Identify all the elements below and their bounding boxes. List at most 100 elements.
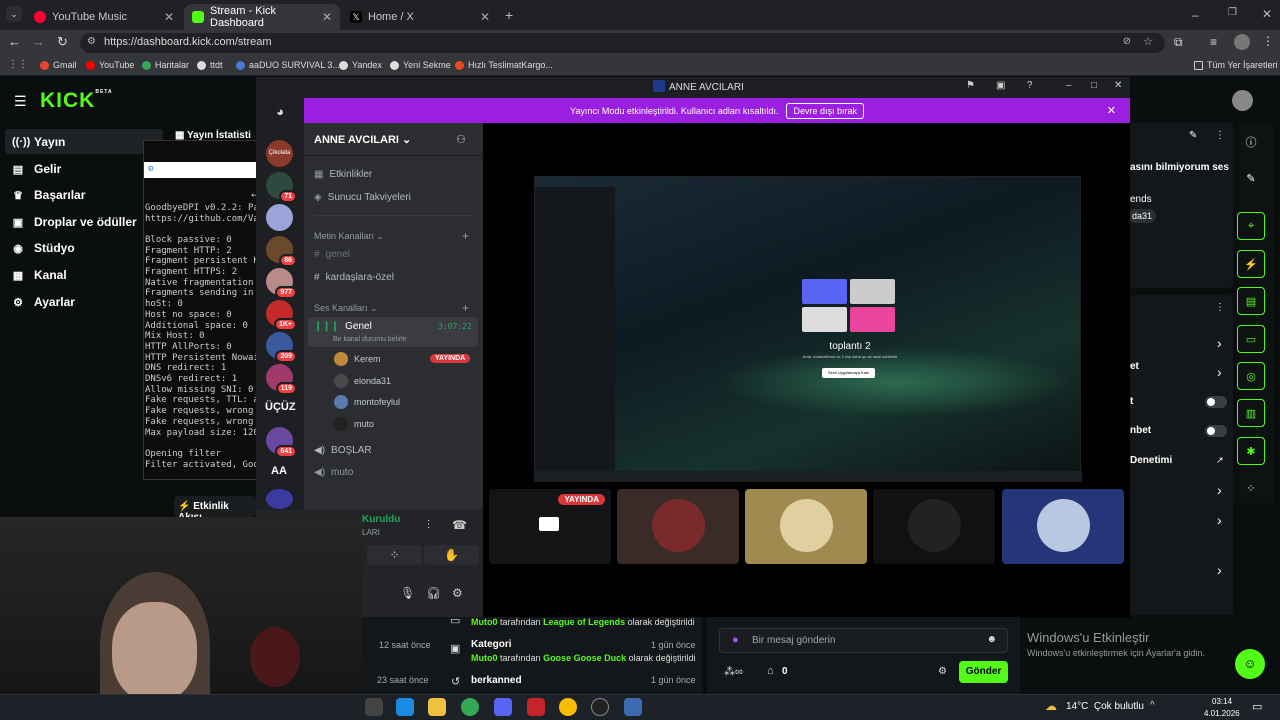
bookmark-hizli-teslimat[interactable]: Hızlı TeslimatKargo... <box>455 60 553 70</box>
chevron-right-icon[interactable]: › <box>1217 512 1222 528</box>
headphones-icon[interactable]: 🎧︎ <box>426 586 441 600</box>
voice-user-elonda31[interactable]: elonda31 <box>334 374 391 388</box>
layout-icon[interactable]: ▥ <box>1237 399 1265 427</box>
chevron-right-icon[interactable]: › <box>1217 335 1222 351</box>
noise-suppression-icon[interactable]: ⫶ <box>427 518 430 533</box>
server-icon[interactable] <box>266 204 293 231</box>
bookmark-ttdt[interactable]: ttdt <box>197 60 223 70</box>
close-window-icon[interactable]: ✕ <box>1262 7 1272 21</box>
tab-x-home[interactable]: 𝕏 Home / X ✕ <box>342 4 498 30</box>
participant-tile-stream[interactable]: YAYINDA <box>489 489 611 564</box>
nav-kanal[interactable]: ▦ Kanal <box>12 265 67 285</box>
info-icon[interactable]: ⓘ <box>1237 128 1265 156</box>
text-channels-category[interactable]: Metin Kanalları ⌄ <box>314 231 384 242</box>
bookmark-gmail[interactable]: Gmail <box>40 60 77 70</box>
more-icon[interactable]: ⋮ <box>1215 302 1225 313</box>
bookmark-star-icon[interactable]: ☆ <box>1143 35 1153 48</box>
back-icon[interactable]: ← <box>8 34 21 49</box>
all-bookmarks-folder[interactable]: Tüm Yer İşaretleri <box>1194 60 1278 70</box>
close-banner-icon[interactable]: ✕ <box>1107 104 1116 117</box>
minimize-window-icon[interactable]: – <box>1192 8 1199 22</box>
chevron-right-icon[interactable]: › <box>1217 482 1222 498</box>
server-icon[interactable]: 1K+ <box>266 300 297 331</box>
voice-status-hint[interactable]: Bir kanal durumu belirle <box>333 336 407 343</box>
tab-kick-dashboard[interactable]: Stream - Kick Dashboard ✕ <box>184 4 340 30</box>
inbox-icon[interactable]: ▣ <box>996 80 1005 91</box>
bookmark-duo-survival[interactable]: aaDUO SURVIVAL 3... <box>236 60 340 70</box>
app-icon[interactable] <box>365 698 383 716</box>
file-explorer-icon[interactable] <box>428 698 446 716</box>
server-icon[interactable]: 71 <box>266 172 297 203</box>
voice-channels-category[interactable]: Ses Kanalları ⌄ <box>314 303 378 314</box>
server-icon[interactable]: 119 <box>266 364 297 395</box>
weather-icon[interactable]: ☁ <box>1045 699 1057 713</box>
add-channel-icon[interactable]: + <box>462 229 469 243</box>
voice-user-kerem[interactable]: Kerem <box>334 352 381 366</box>
gift-icon[interactable]: ⌂ <box>767 665 774 677</box>
nav-ayarlar[interactable]: ⚙ Ayarlar <box>12 292 75 312</box>
chat-message-input[interactable]: ● Bir mesaj gönderin ☻ <box>719 628 1008 653</box>
forward-icon[interactable]: → <box>32 34 45 49</box>
boosts-item[interactable]: ◈ Sunucu Takviyeleri <box>314 192 411 203</box>
pin-flag-icon[interactable]: ⚑ <box>966 80 975 91</box>
kick-logo[interactable]: KICKBETA <box>40 89 113 113</box>
server-name-header[interactable]: ANNE AVCILARI ⌄ <box>314 133 411 146</box>
reload-icon[interactable]: ↻ <box>57 34 68 50</box>
events-item[interactable]: ▦ Etkinlikler <box>314 169 372 180</box>
add-member-icon[interactable]: ⚇ <box>456 133 466 146</box>
server-icon[interactable] <box>266 489 293 509</box>
profile-avatar[interactable] <box>1234 34 1250 50</box>
voice-user-montofeylul[interactable]: montofeylul <box>334 395 400 409</box>
chevron-right-icon[interactable]: › <box>1217 364 1222 380</box>
disconnect-icon[interactable]: ☎ <box>452 518 467 532</box>
media-controls-icon[interactable]: ≡ <box>1210 35 1217 49</box>
microphone-icon[interactable]: 🎙︎ <box>400 586 415 600</box>
nav-basarilar[interactable]: ♛ Başarılar <box>12 185 85 205</box>
server-text-icon[interactable]: ÜÇÜZ <box>265 401 296 413</box>
close-icon[interactable]: ✕ <box>1114 80 1122 91</box>
user-avatar[interactable] <box>1232 90 1253 111</box>
clipboard-icon[interactable]: ▤ <box>1237 287 1265 315</box>
obs-icon[interactable] <box>591 698 609 716</box>
more-icon[interactable]: ⋮ <box>1215 130 1225 141</box>
pencil-icon[interactable]: ✎ <box>1237 164 1265 192</box>
restore-window-icon[interactable]: ❐ <box>1228 7 1237 18</box>
disable-streamer-mode-button[interactable]: Devre dışı bırak <box>786 102 864 119</box>
site-info-icon[interactable]: ⚙ <box>87 36 96 47</box>
server-icon[interactable]: 86 <box>266 236 297 267</box>
channel-kardaslara-ozel[interactable]: # kardaşlara-özel <box>314 272 394 283</box>
participant-tile[interactable] <box>745 489 867 564</box>
voice-channel-muto[interactable]: ◀) muto <box>314 467 353 478</box>
bookmark-youtube[interactable]: YouTube <box>86 60 134 70</box>
nav-yayin[interactable]: ((·)) Yayın <box>12 132 65 152</box>
toggle-switch[interactable] <box>1205 396 1227 408</box>
minimize-icon[interactable]: – <box>1066 80 1072 91</box>
tab-list-dropdown-button[interactable]: ⌄ <box>6 6 22 22</box>
address-bar[interactable]: ⚙ https://dashboard.kick.com/stream ⊘ ☆ <box>80 33 1165 53</box>
participant-tile[interactable] <box>1002 489 1124 564</box>
app-icon[interactable] <box>624 698 642 716</box>
user-settings-icon[interactable]: ⚙ <box>452 586 463 600</box>
send-button[interactable]: Gönder <box>959 661 1008 683</box>
nav-studyo[interactable]: ◉ Stüdyo <box>12 238 74 258</box>
help-icon[interactable]: ? <box>1027 80 1033 91</box>
server-icon[interactable]: 641 <box>266 427 297 458</box>
eye-off-icon[interactable]: ⊘ <box>1123 36 1131 47</box>
broadcast-icon[interactable]: ◎ <box>1237 362 1265 390</box>
server-icon-cikolata[interactable]: Çikolata <box>266 140 293 167</box>
server-icon[interactable]: 209 <box>266 332 297 363</box>
voice-channel-genel[interactable]: ❙❙❙ Genel <box>314 321 372 332</box>
wrench-icon[interactable]: ✱ <box>1237 437 1265 465</box>
target-icon[interactable]: ⌖ <box>1237 212 1265 240</box>
nav-gelir[interactable]: ▤ Gelir <box>12 159 62 179</box>
maximize-icon[interactable]: □ <box>1091 80 1097 91</box>
support-chat-button[interactable]: ☺ <box>1235 649 1265 679</box>
nav-droplar[interactable]: ▣ Droplar ve ödüller <box>12 212 137 232</box>
toggle-switch[interactable] <box>1205 425 1227 437</box>
emoji-icon[interactable]: ☻ <box>986 634 997 645</box>
hamburger-menu-icon[interactable]: ☰ <box>14 93 27 110</box>
chat-settings-icon[interactable]: ⚙ <box>938 666 947 677</box>
close-tab-icon[interactable]: ✕ <box>322 10 332 24</box>
winrar-icon[interactable] <box>527 698 545 716</box>
soundboard-button[interactable]: ✋ <box>424 545 479 565</box>
